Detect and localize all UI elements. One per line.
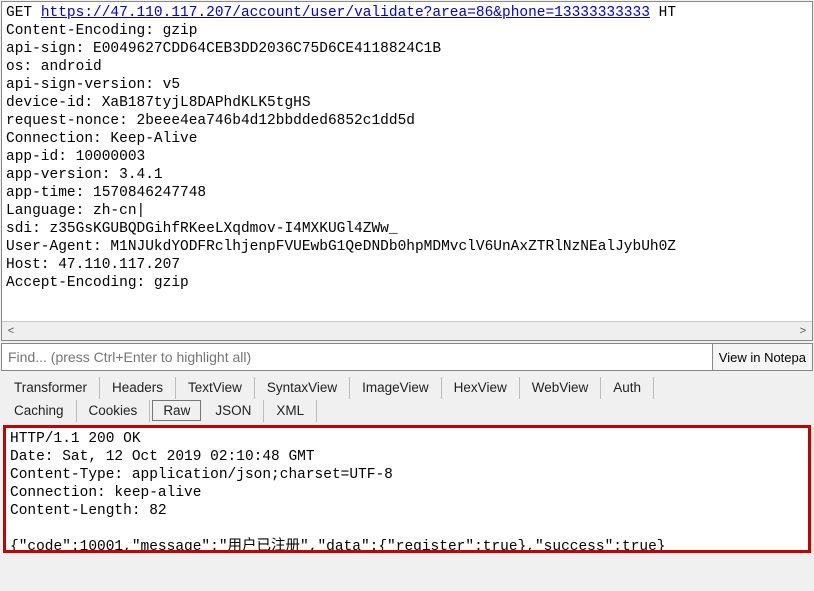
tab-headers[interactable]: Headers <box>100 377 176 399</box>
find-input[interactable] <box>1 343 713 371</box>
request-headers: Content-Encoding: gzip api-sign: E004962… <box>6 23 676 291</box>
scroll-left-arrow[interactable]: < <box>2 322 20 340</box>
request-panel: GET https://47.110.117.207/account/user/… <box>1 1 813 341</box>
tab-transformer[interactable]: Transformer <box>2 377 100 399</box>
request-text[interactable]: GET https://47.110.117.207/account/user/… <box>2 2 812 299</box>
tab-imageview[interactable]: ImageView <box>350 377 442 399</box>
tab-syntaxview[interactable]: SyntaxView <box>255 377 350 399</box>
tab-xml[interactable]: XML <box>264 400 317 422</box>
tab-caching[interactable]: Caching <box>2 400 77 422</box>
tab-json[interactable]: JSON <box>203 400 264 422</box>
tab-row-1: Transformer Headers TextView SyntaxView … <box>0 377 814 399</box>
tab-auth[interactable]: Auth <box>601 377 654 399</box>
scroll-track[interactable] <box>20 322 794 340</box>
tab-cookies[interactable]: Cookies <box>77 400 151 422</box>
tab-webview[interactable]: WebView <box>520 377 602 399</box>
tab-raw[interactable]: Raw <box>152 400 201 421</box>
request-url-link[interactable]: https://47.110.117.207/account/user/vali… <box>41 5 650 21</box>
response-panel[interactable]: HTTP/1.1 200 OK Date: Sat, 12 Oct 2019 0… <box>3 425 811 553</box>
scroll-right-arrow[interactable]: > <box>794 322 812 340</box>
request-http-version: HT <box>650 5 676 21</box>
find-row: View in Notepa <box>1 343 813 371</box>
tab-hexview[interactable]: HexView <box>442 377 520 399</box>
inspector-tabs: Transformer Headers TextView SyntaxView … <box>0 377 814 422</box>
tab-textview[interactable]: TextView <box>176 377 255 399</box>
tab-row-2: Caching Cookies Raw JSON XML <box>0 399 814 422</box>
horizontal-scrollbar[interactable]: < > <box>2 321 812 340</box>
view-in-notepad-button[interactable]: View in Notepa <box>713 343 813 371</box>
request-method: GET <box>6 5 41 21</box>
